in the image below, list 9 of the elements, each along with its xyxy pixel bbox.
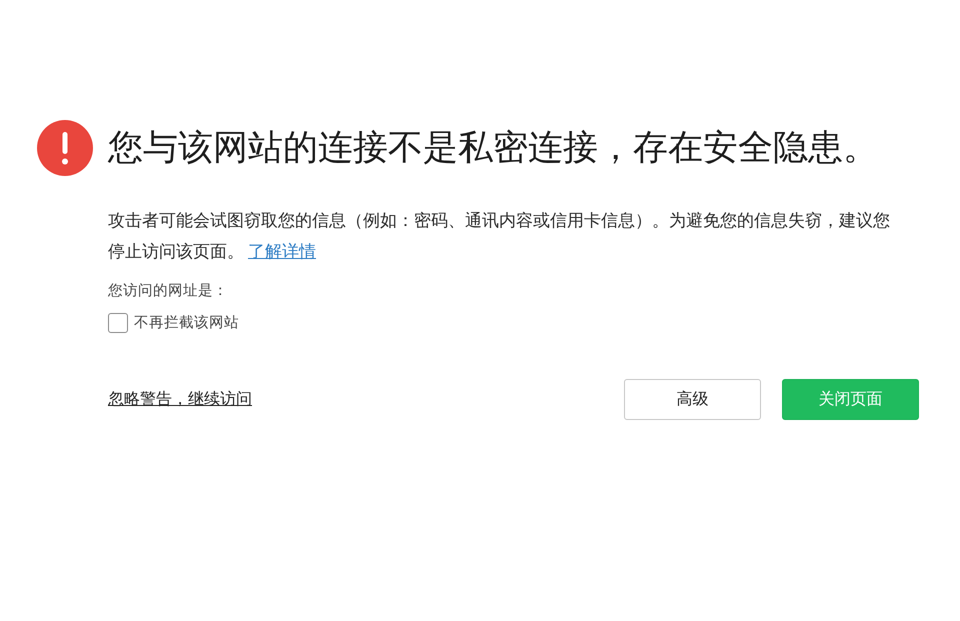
url-label: 您访问的网址是：	[108, 282, 229, 301]
warning-description: 攻击者可能会试图窃取您的信息（例如：密码、通讯内容或信用卡信息）。为避免您的信息失窃，建议您停止访问该页面。 了解详情	[108, 210, 891, 264]
advanced-button[interactable]: 高级	[624, 379, 761, 420]
checkbox[interactable]	[108, 313, 128, 333]
ignore-warning-link[interactable]: 忽略警告，继续访问	[108, 389, 252, 410]
checkbox-label: 不再拦截该网站	[134, 314, 239, 333]
warning-icon	[37, 120, 93, 176]
learn-more-link[interactable]: 了解详情	[248, 242, 316, 262]
warning-title: 您与该网站的连接不是私密连接，存在安全隐患。	[108, 127, 878, 170]
